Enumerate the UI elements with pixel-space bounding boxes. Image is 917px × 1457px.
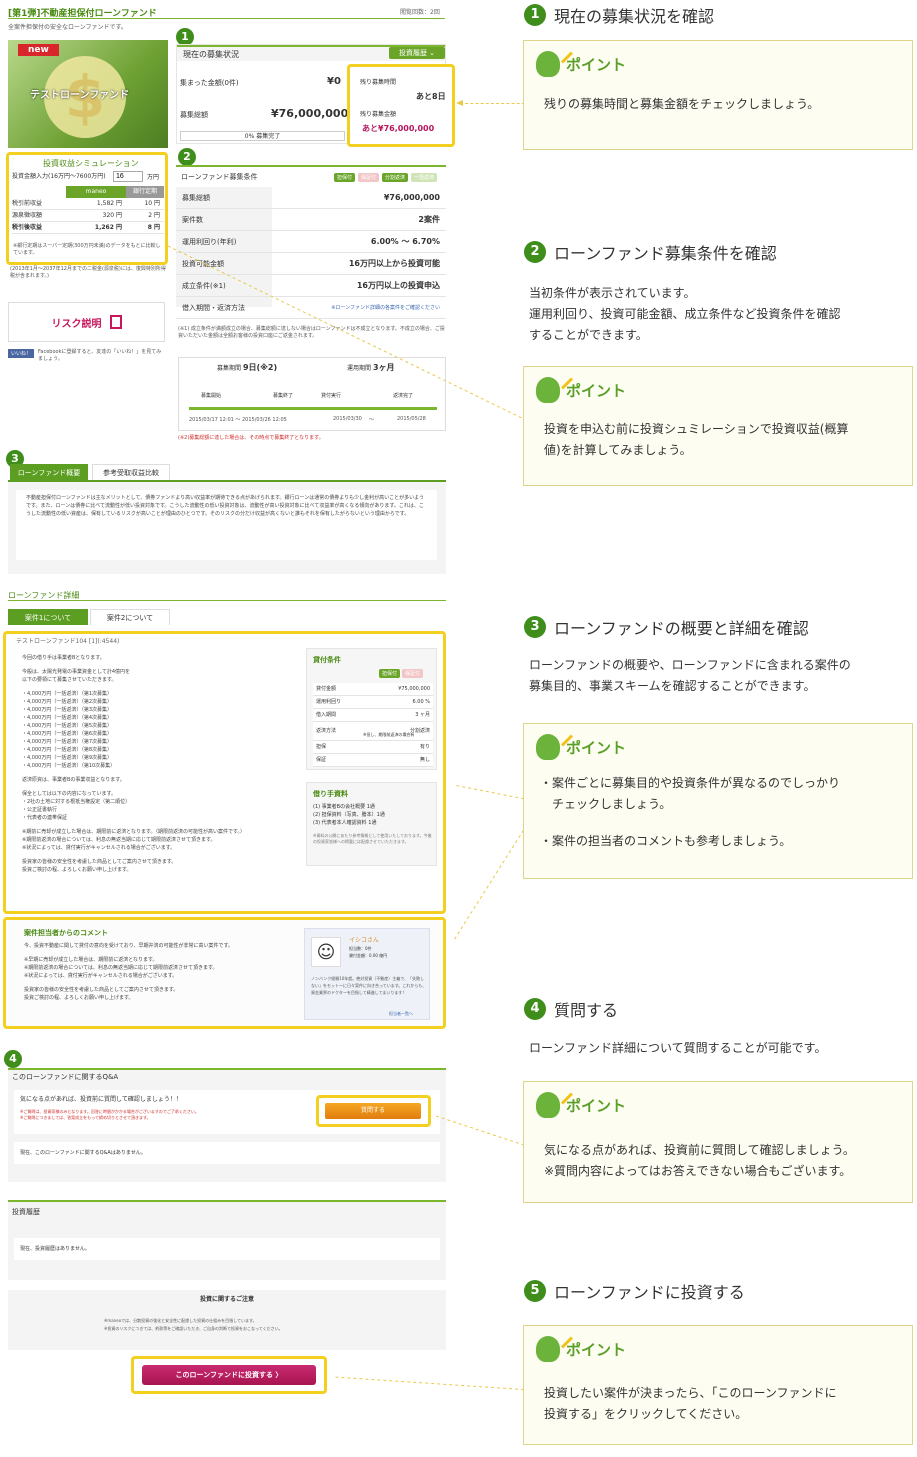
guide-step-5-point-box: ポイント投資したい案件が決まったら、「このローンファンドに 投資する」をクリックし… [523,1325,913,1445]
point-label: ポイント [566,1340,627,1359]
guide-desc-line: することができます。 [529,328,648,342]
point-text: 投資を申込む前に投資シュミレーションで投資収益(概算 値)を計算してみましょう。 [544,419,848,461]
point-line: ・案件の担当者のコメントも参考しましょう。 [540,834,792,848]
guide-step-4-title: 4 質問する [524,997,618,1021]
step-number-badge: 5 [524,1280,546,1302]
guide-desc-line: 当初条件が表示されています。 [529,286,696,300]
point-header: ポイント [536,376,626,403]
frog-icon [536,1092,560,1118]
guide-title-text: 質問する [554,1001,619,1020]
point-line: 気になる点があれば、投資前に質問して確認しましょう。 [544,1143,855,1157]
point-line: ※質問内容によってはお答えできない場合もございます。 [544,1164,852,1178]
guide-step-4-desc: ローンファンド詳細について質問することが可能です。 [529,1038,826,1059]
point-line: 値)を計算してみましょう。 [544,443,692,457]
point-label: ポイント [566,1096,627,1115]
frog-icon [536,1336,560,1362]
guide-title-text: 現在の募集状況を確認 [554,7,715,26]
guide-step-2-desc: 当初条件が表示されています。運用利回り、投資可能金額、成立条件など投資条件を確認… [529,283,841,346]
point-header: ポイント [536,1091,626,1118]
guide-desc-line: ローンファンド詳細について質問することが可能です。 [529,1041,827,1055]
point-label: ポイント [566,55,627,74]
point-label: ポイント [566,738,627,757]
step-number-badge: 2 [524,241,546,263]
frog-icon [536,734,560,760]
point-text: 気になる点があれば、投資前に質問して確認しましょう。 ※質問内容によってはお答えで… [544,1140,855,1182]
guide-desc-line: 運用利回り、投資可能金額、成立条件など投資条件を確認 [529,307,841,321]
step-number-badge: 1 [524,4,546,26]
step-number-badge: 3 [524,616,546,638]
guide-step-1-title: 1 現在の募集状況を確認 [524,3,714,27]
point-label: ポイント [566,381,627,400]
frog-icon [536,377,560,403]
guide-title-text: ローンファンドの概要と詳細を確認 [554,619,809,638]
guide-step-3-point-box: ポイント・案件ごとに募集目的や投資条件が異なるのでしっかり チェックしましょう。… [523,723,913,879]
point-header: ポイント [536,50,626,77]
step-number-badge: 4 [524,998,546,1020]
guide-step-2-title: 2 ローンファンド募集条件を確認 [524,240,777,264]
guide-step-4-point-box: ポイント気になる点があれば、投資前に質問して確認しましょう。 ※質問内容によっては… [523,1081,913,1203]
guide-desc-line: 募集目的、事業スキームを確認することができます。 [529,679,816,693]
point-text: 残りの募集時間と募集金額をチェックしましょう。 [544,94,819,115]
point-text: 投資したい案件が決まったら、「このローンファンドに 投資する」をクリックしてくださ… [544,1383,837,1425]
guide-step-3-desc: ローンファンドの概要や、ローンファンドに含まれる案件の 募集目的、事業スキームを確… [529,655,851,697]
point-line: ・案件ごとに募集目的や投資条件が異なるのでしっかり [540,776,841,790]
guide-step-2-point-box: ポイント投資を申込む前に投資シュミレーションで投資収益(概算 値)を計算してみまし… [523,366,913,486]
guide-step-3-title: 3 ローンファンドの概要と詳細を確認 [524,615,809,639]
point-line: 投資したい案件が決まったら、「このローンファンドに [544,1386,837,1400]
frog-icon [536,51,560,77]
guide-title-text: ローンファンドに投資する [554,1283,745,1302]
guide-title-text: ローンファンド募集条件を確認 [554,244,777,263]
guide-step-5-title: 5 ローンファンドに投資する [524,1279,745,1303]
guide-step-1-point-box: ポイント残りの募集時間と募集金額をチェックしましょう。 [523,40,913,150]
point-header: ポイント [536,733,626,760]
point-line: 投資する」をクリックしてください。 [544,1407,748,1421]
guide-desc-line: ローンファンドの概要や、ローンファンドに含まれる案件の [529,658,851,672]
point-line: 投資を申込む前に投資シュミレーションで投資収益(概算 [544,422,849,436]
point-header: ポイント [536,1335,626,1362]
point-text: ・案件ごとに募集目的や投資条件が異なるのでしっかり チェックしましょう。・案件の… [540,773,840,852]
point-line: 残りの募集時間と募集金額をチェックしましょう。 [544,97,820,111]
point-line: チェックしましょう。 [540,797,672,811]
